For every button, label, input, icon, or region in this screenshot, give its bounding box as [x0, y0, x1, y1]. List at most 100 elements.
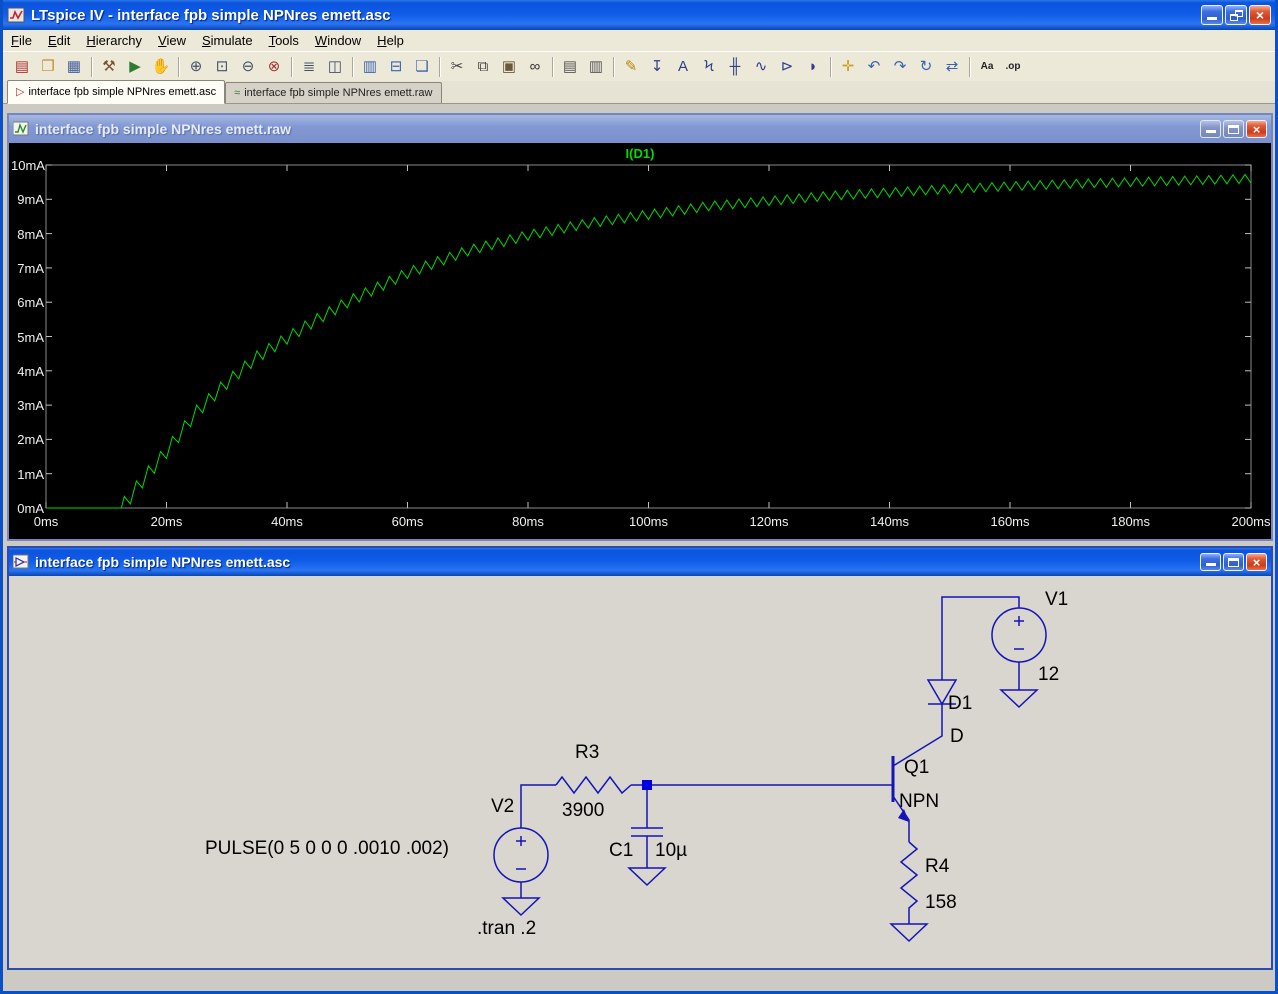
toolbar-separator	[352, 56, 353, 77]
tile-horizontally-icon[interactable]: ⊟	[383, 54, 409, 80]
tab-schematic[interactable]: ▷ interface fpb simple NPNres emett.asc	[7, 80, 226, 104]
tab-waveform[interactable]: ≈ interface fpb simple NPNres emett.raw	[225, 82, 442, 103]
mdi-area: interface fpb simple NPNres emett.raw × …	[3, 104, 1275, 991]
close-button[interactable]: ×	[1249, 5, 1271, 25]
draw-wire-icon[interactable]: ✎	[618, 54, 644, 80]
r3-label[interactable]: R3	[575, 742, 599, 764]
paste-icon[interactable]: ▣	[496, 54, 522, 80]
place-inductor-icon[interactable]: ∿	[748, 54, 774, 80]
y-axis-tick-label: 9mA	[17, 192, 44, 208]
open-file-icon[interactable]: ❒	[35, 54, 61, 80]
menu-file[interactable]: File	[3, 31, 40, 50]
menu-help[interactable]: Help	[369, 31, 412, 50]
menu-hierarchy[interactable]: Hierarchy	[78, 31, 150, 50]
menu-bar: File Edit Hierarchy View Simulate Tools Window…	[3, 30, 1275, 52]
v1-value-label[interactable]: 12	[1038, 664, 1059, 686]
menu-window[interactable]: Window	[307, 31, 369, 50]
menu-tools[interactable]: Tools	[261, 31, 307, 50]
copy-icon[interactable]: ⧉	[470, 54, 496, 80]
spice-directive-icon[interactable]: .op	[1000, 54, 1026, 80]
zoom-region-icon[interactable]: ⊡	[209, 54, 235, 80]
c1-value-label[interactable]: 10µ	[655, 840, 687, 862]
toolbar: ▤ ❒ ▦ ⚒ ▶ ✋ ⊕ ⊡ ⊖ ⊗ ≣ ◫ ▥ ⊟ ❏ ✂ ⧉ ▣ ∞ ▤ ▥ ✎ ↧ A Ϟ ╫ ∿ ⊳ ◗ ✛ ↶ ↷ ↻ ⇄ Aa .op	[3, 52, 1275, 82]
zoom-in-icon[interactable]: ⊕	[183, 54, 209, 80]
waveform-plot[interactable]	[9, 143, 1271, 539]
r3-resistor-symbol	[555, 775, 632, 795]
v2-label[interactable]: V2	[491, 796, 514, 818]
x-axis-tick-label: 180ms	[1110, 514, 1151, 529]
trace-legend[interactable]: I(D1)	[9, 146, 1271, 161]
cascade-windows-icon[interactable]: ❏	[409, 54, 435, 80]
close-icon: ×	[1252, 554, 1261, 570]
toolbar-separator	[552, 56, 553, 77]
waveform-window: interface fpb simple NPNres emett.raw × …	[7, 113, 1273, 541]
d1-label[interactable]: D1	[948, 693, 972, 715]
plot-settings-icon[interactable]: ◫	[322, 54, 348, 80]
zoom-out-icon[interactable]: ⊖	[235, 54, 261, 80]
spice-netlist-icon[interactable]: ≣	[296, 54, 322, 80]
r4-label[interactable]: R4	[925, 856, 949, 878]
x-axis-tick-label: 120ms	[749, 514, 789, 529]
y-axis-tick-label: 7mA	[17, 260, 44, 276]
v1-label[interactable]: V1	[1045, 589, 1068, 611]
find-icon[interactable]: ∞	[522, 54, 548, 80]
place-resistor-icon[interactable]: Ϟ	[696, 54, 722, 80]
zoom-full-extents-icon[interactable]: ⊗	[261, 54, 287, 80]
tile-vertically-icon[interactable]: ▥	[357, 54, 383, 80]
menu-simulate[interactable]: Simulate	[194, 31, 261, 50]
place-ground-icon[interactable]: ↧	[644, 54, 670, 80]
ground-symbol-r4	[889, 923, 929, 943]
text-icon[interactable]: Aa	[974, 54, 1000, 80]
new-schematic-icon[interactable]: ▤	[9, 54, 35, 80]
waveform-window-icon	[13, 121, 29, 136]
cut-icon[interactable]: ✂	[444, 54, 470, 80]
undo-icon[interactable]: ↶	[861, 54, 887, 80]
place-net-label-icon[interactable]: A	[670, 54, 696, 80]
restore-button[interactable]	[1225, 5, 1247, 25]
schematic-window-title: interface fpb simple NPNres emett.asc	[35, 554, 291, 570]
halt-icon[interactable]: ✋	[148, 54, 174, 80]
move-icon[interactable]: ✛	[835, 54, 861, 80]
rotate-icon[interactable]: ↻	[913, 54, 939, 80]
minimize-button[interactable]	[1201, 5, 1223, 25]
toolbar-separator	[178, 56, 179, 77]
run-icon[interactable]: ▶	[122, 54, 148, 80]
menu-view[interactable]: View	[150, 31, 194, 50]
toolbar-separator	[613, 56, 614, 77]
minimize-icon	[1206, 563, 1216, 566]
print-preview-icon[interactable]: ▤	[557, 54, 583, 80]
trace-id1	[46, 173, 1252, 509]
tran-directive-label[interactable]: .tran .2	[477, 918, 536, 940]
schematic-close-button[interactable]: ×	[1246, 553, 1267, 571]
redo-icon[interactable]: ↷	[887, 54, 913, 80]
schematic-maximize-button[interactable]	[1223, 553, 1244, 571]
toolbar-separator	[91, 56, 92, 77]
place-capacitor-icon[interactable]: ╫	[722, 54, 748, 80]
menu-edit[interactable]: Edit	[40, 31, 78, 50]
schematic-minimize-button[interactable]	[1200, 553, 1221, 571]
c1-label[interactable]: C1	[609, 840, 633, 862]
v2-value-label[interactable]: PULSE(0 5 0 0 0 .0010 .002)	[205, 838, 449, 860]
app-icon	[7, 7, 25, 23]
minimize-icon	[1206, 130, 1216, 133]
place-component-icon[interactable]: ◗	[800, 54, 826, 80]
schematic-canvas[interactable]: V1 12 D1 D Q1 NPN R4 158 R3 3900 V2 PULS…	[9, 576, 1271, 968]
wire-junction-node	[642, 780, 652, 790]
control-panel-icon[interactable]: ⚒	[96, 54, 122, 80]
print-icon[interactable]: ▥	[583, 54, 609, 80]
mirror-icon[interactable]: ⇄	[939, 54, 965, 80]
r4-value-label[interactable]: 158	[925, 892, 957, 914]
waveform-window-title-bar[interactable]: interface fpb simple NPNres emett.raw ×	[9, 115, 1271, 143]
q1-label[interactable]: Q1	[904, 757, 929, 779]
waveform-close-button[interactable]: ×	[1246, 120, 1267, 138]
place-diode-icon[interactable]: ⊳	[774, 54, 800, 80]
save-icon[interactable]: ▦	[61, 54, 87, 80]
d1-model-label[interactable]: D	[950, 726, 964, 748]
schematic-window-title-bar[interactable]: interface fpb simple NPNres emett.asc ×	[9, 548, 1271, 576]
q1-model-label[interactable]: NPN	[899, 791, 939, 813]
waveform-doc-icon: ≈	[234, 86, 241, 99]
main-title-bar[interactable]: LTspice IV - interface fpb simple NPNres…	[3, 0, 1275, 30]
r3-value-label[interactable]: 3900	[562, 800, 604, 822]
waveform-minimize-button[interactable]	[1200, 120, 1221, 138]
waveform-maximize-button[interactable]	[1223, 120, 1244, 138]
